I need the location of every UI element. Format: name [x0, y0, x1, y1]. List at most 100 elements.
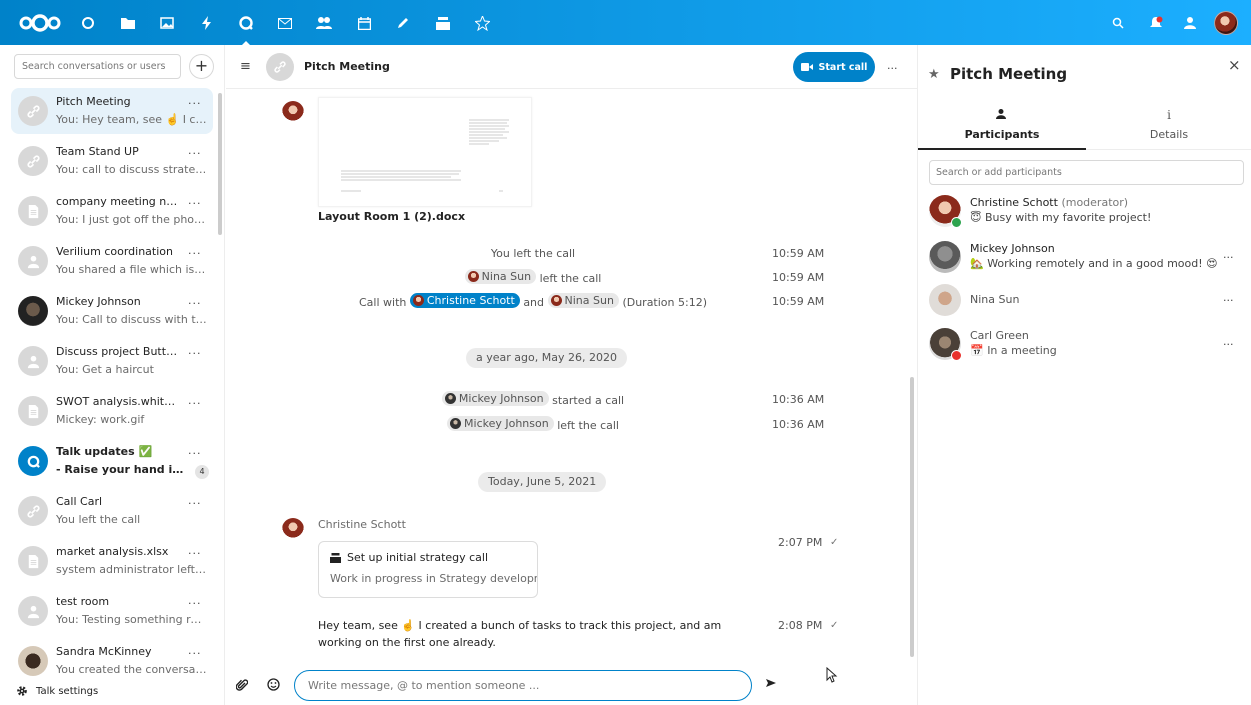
avatar — [929, 284, 961, 316]
avatar — [550, 295, 562, 306]
conversation-menu-button[interactable]: ... — [188, 294, 202, 307]
conversation-item[interactable]: Call Carl You left the call ... — [11, 488, 213, 534]
user-icon — [18, 346, 48, 376]
conversation-item[interactable]: Sandra McKinney You created the conversa… — [11, 638, 213, 684]
close-icon[interactable]: × — [1228, 56, 1241, 74]
file-preview[interactable] — [318, 97, 532, 207]
notifications-icon[interactable] — [1145, 12, 1167, 34]
search-icon[interactable] — [1107, 12, 1129, 34]
mention-chip[interactable]: Mickey Johnson — [447, 416, 554, 431]
conversation-menu-button[interactable]: ... — [188, 544, 202, 557]
participant-item[interactable]: Mickey Johnson 🏡 Working remotely and in… — [929, 241, 1247, 281]
conversation-item[interactable]: test room You: Testing something really.… — [11, 588, 213, 634]
tab-participants[interactable]: Participants — [918, 108, 1086, 150]
system-message: Call with Christine Schott and Nina Sun … — [306, 293, 760, 309]
favorite-star-icon[interactable]: ★ — [928, 67, 940, 82]
conversation-last-message: You created the conversation — [56, 663, 208, 676]
link-icon — [18, 496, 48, 526]
new-conversation-button[interactable]: + — [189, 54, 214, 79]
info-icon: i — [1167, 108, 1171, 122]
document-preview-image — [341, 119, 509, 192]
conversation-menu-button[interactable]: ... — [188, 594, 202, 607]
system-message-text: and — [523, 296, 545, 309]
nextcloud-logo-icon[interactable] — [18, 14, 62, 35]
mail-icon[interactable] — [274, 12, 296, 34]
dashboard-icon[interactable] — [77, 12, 99, 34]
mention-chip[interactable]: Nina Sun — [464, 269, 537, 284]
conversation-menu-button[interactable]: ... — [188, 244, 202, 257]
avatar — [282, 518, 304, 540]
system-message-text: Call with — [359, 296, 407, 309]
card-subtitle: Work in progress in Strategy developme — [330, 572, 538, 585]
mention-name: Nina Sun — [564, 294, 614, 307]
participant-menu-button[interactable]: ... — [1223, 291, 1234, 304]
avatar — [450, 418, 462, 429]
conversation-menu-button[interactable]: ... — [188, 494, 202, 507]
emoji-icon[interactable] — [267, 678, 280, 694]
menu-toggle-icon[interactable]: ≡ — [240, 59, 251, 74]
conversation-item[interactable]: Verilium coordination You shared a file … — [11, 238, 213, 284]
participant-menu-button[interactable]: ... — [1223, 335, 1234, 348]
start-call-button[interactable]: Start call — [793, 52, 875, 82]
message-time: 10:36 AM — [772, 393, 825, 406]
tasks-icon[interactable] — [471, 12, 493, 34]
contacts-menu-icon[interactable] — [1180, 12, 1202, 34]
mention-chip[interactable]: Nina Sun — [547, 293, 619, 308]
participant-item[interactable]: Carl Green 📅 In a meeting ... — [929, 328, 1247, 368]
user-icon — [18, 596, 48, 626]
activity-icon[interactable] — [196, 12, 218, 34]
avatar — [282, 101, 304, 123]
system-message: You left the call — [490, 247, 576, 260]
conversation-menu-button[interactable]: ... — [188, 644, 202, 657]
files-icon[interactable] — [117, 12, 139, 34]
search-participants-input[interactable]: Search or add participants — [929, 160, 1244, 185]
conversation-options-button[interactable]: ... — [887, 59, 898, 72]
message-input[interactable]: Write message, @ to mention someone ... — [294, 670, 752, 701]
conversation-last-message: You shared a file which is no ... — [56, 263, 208, 276]
mention-chip[interactable]: Mickey Johnson — [441, 391, 549, 406]
conversation-menu-button[interactable]: ... — [188, 144, 202, 157]
deck-icon[interactable] — [432, 12, 454, 34]
participant-menu-button[interactable]: ... — [1223, 248, 1234, 261]
message-time: 10:36 AM — [772, 418, 825, 431]
deck-card[interactable]: Set up initial strategy call Work in pro… — [318, 541, 538, 598]
tab-details[interactable]: i Details — [1086, 108, 1251, 150]
conversation-last-message: You left the call — [56, 513, 141, 526]
conversation-item[interactable]: market analysis.xlsx system administrato… — [11, 538, 213, 584]
conversation-menu-button[interactable]: ... — [188, 344, 202, 357]
mention-chip[interactable]: Christine Schott — [409, 293, 520, 308]
conversation-item[interactable]: Team Stand UP You: call to discuss strat… — [11, 138, 213, 184]
conversation-item[interactable]: Pitch Meeting You: Hey team, see ☝️ I cr… — [11, 88, 213, 134]
notes-icon[interactable] — [392, 12, 414, 34]
participant-item[interactable]: Christine Schott (moderator) 😇 Busy with… — [929, 195, 1247, 235]
send-icon[interactable] — [765, 677, 777, 692]
scrollbar[interactable] — [910, 377, 914, 657]
conversation-menu-button[interactable]: ... — [188, 94, 202, 107]
conversation-menu-button[interactable]: ... — [188, 444, 202, 457]
calendar-icon[interactable] — [353, 12, 375, 34]
conversation-item[interactable]: Mickey Johnson You: Call to discuss with… — [11, 288, 213, 334]
talk-icon[interactable] — [235, 12, 257, 45]
scrollbar[interactable] — [218, 93, 222, 235]
tab-label: Participants — [964, 128, 1040, 141]
conversation-menu-button[interactable]: ... — [188, 394, 202, 407]
participant-item[interactable]: Nina Sun ... — [929, 284, 1247, 324]
date-separator: Today, June 5, 2021 — [478, 472, 607, 492]
photos-icon[interactable] — [156, 12, 178, 34]
avatar — [444, 393, 456, 404]
attachment-icon[interactable] — [235, 678, 249, 695]
conversation-item[interactable]: Talk updates ✅ - Raise your hand in a ca… — [11, 438, 213, 484]
contacts-icon[interactable] — [313, 12, 335, 34]
conversation-menu-button[interactable]: ... — [188, 194, 202, 207]
participant-name: Carl Green — [970, 329, 1029, 342]
talk-settings-button[interactable]: Talk settings — [16, 685, 98, 697]
conversation-item[interactable]: company meeting notes.md... You: I just … — [11, 188, 213, 234]
conversation-last-message: - Raise your hand in a ca... — [56, 463, 191, 476]
user-avatar[interactable] — [1214, 11, 1238, 35]
search-conversations-input[interactable]: Search conversations or users — [14, 54, 181, 79]
message-text: Hey team, see ☝️ I created a bunch of ta… — [318, 619, 722, 649]
conversation-item[interactable]: Discuss project Butterscotch... You: Get… — [11, 338, 213, 384]
file-name[interactable]: Layout Room 1 (2).docx — [318, 210, 465, 223]
conversation-item[interactable]: SWOT analysis.whiteboard Mickey: work.gi… — [11, 388, 213, 434]
conversation-last-message: You: Hey team, see ☝️ I creat... — [56, 113, 208, 126]
